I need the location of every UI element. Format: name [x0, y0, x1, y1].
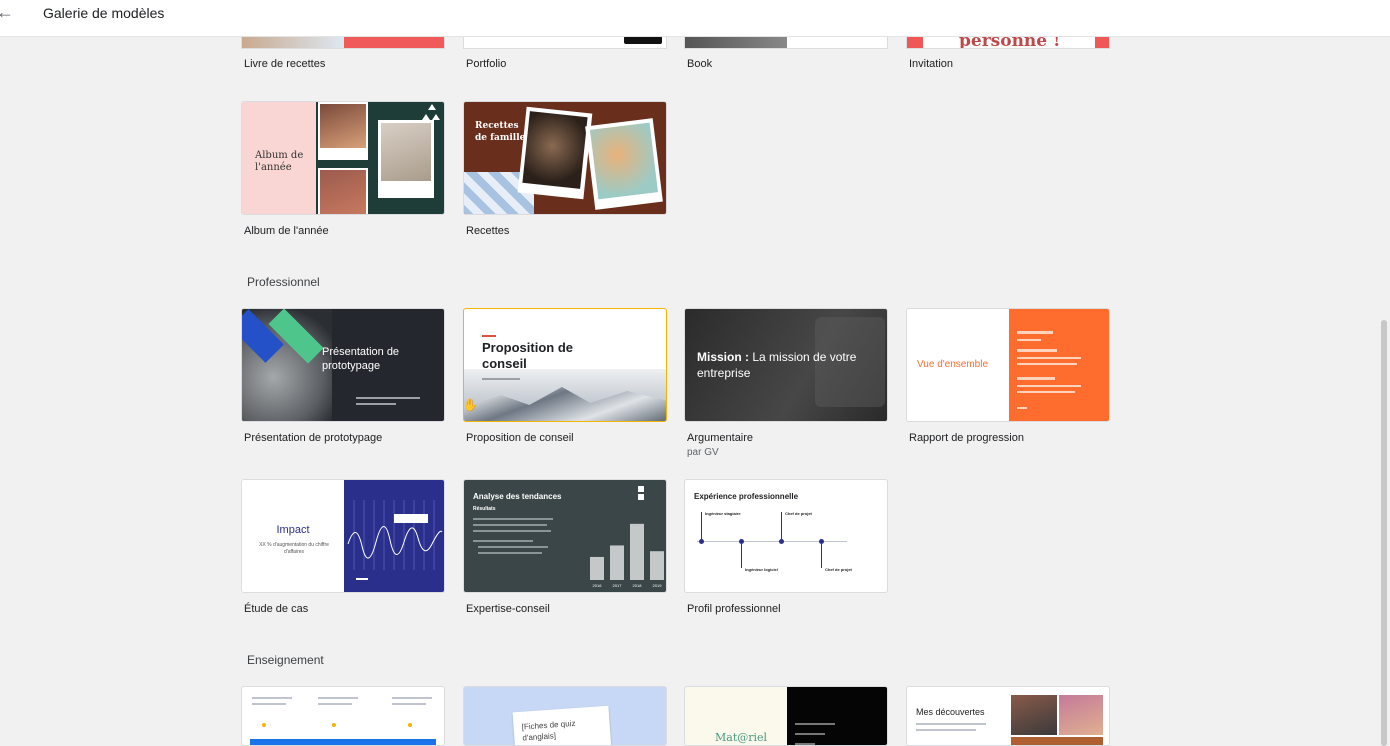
template-thumbnail [241, 686, 445, 746]
thumbnail-text: Album de l'année [255, 150, 304, 173]
thumbnail-bar-year-label: 2016 [593, 583, 603, 588]
template-thumbnail: Présentation de prototypage [241, 308, 445, 422]
thumbnail-bar-year-label: 2019 [653, 583, 663, 588]
thumbnail-bar [630, 523, 644, 580]
template-thumbnail: Mat@riel [684, 686, 888, 746]
scrollbar-thumb[interactable] [1381, 320, 1387, 746]
template-thumbnail: Album de l'année [241, 101, 445, 215]
timeline-item: Chef de projet [825, 567, 852, 572]
template-thumbnail: Expérience professionnelle Ingénieur sta… [684, 479, 888, 593]
thumbnail-text: Présentation de prototypage [322, 346, 400, 372]
page-title: Galerie de modèles [43, 5, 165, 21]
timeline-item: Chef de projet [785, 511, 812, 516]
thumbnail-text: Mes découvertes [916, 707, 985, 717]
section-title-professionnel: Professionnel [247, 275, 320, 289]
template-name: Expertise-conseil [466, 603, 550, 615]
template-thumbnail: Impact XX % d'augmentation du chiffre d'… [241, 479, 445, 593]
thumbnail-bar [650, 551, 664, 580]
thumbnail-text: XX % d'augmentation du chiffre d'affaire… [259, 542, 329, 555]
thumbnail-text: Mat@riel [715, 731, 768, 744]
template-name: Recettes [466, 225, 510, 237]
thumbnail-text: Vue d'ensemble [917, 359, 989, 370]
template-name: Profil professionnel [687, 603, 781, 615]
timeline-item: Ingénieur stagiaire [705, 511, 741, 516]
template-thumbnail: [Fiches de quiz d'anglais] [463, 686, 667, 746]
thumbnail-bar-chart: 2016 2017 2018 2019 [590, 523, 664, 588]
thumbnail-title: Analyse des tendances [473, 492, 562, 501]
template-name: Présentation de prototypage [244, 432, 383, 444]
template-name: Book [687, 58, 713, 70]
template-author: par GV [687, 447, 719, 458]
timeline-item: Ingénieur logiciel [745, 567, 778, 572]
template-thumbnail: Analyse des tendances Résultats 2016 2017… [463, 479, 667, 593]
template-name: Livre de recettes [244, 58, 326, 70]
template-name: Étude de cas [244, 603, 309, 615]
template-thumbnail: Recettes de famille [463, 101, 667, 215]
thumbnail-title: Impact [276, 524, 310, 536]
thumbnail-bar-year-label: 2018 [633, 583, 643, 588]
template-name: Invitation [909, 58, 954, 70]
template-thumbnail: Proposition de conseil [463, 308, 667, 422]
template-name: Portfolio [466, 58, 507, 70]
template-name: Proposition de conseil [466, 432, 574, 444]
template-thumbnail: Vue d'ensemble [906, 308, 1110, 422]
thumbnail-title: Expérience professionnelle [694, 492, 799, 501]
template-thumbnail: Mes découvertes [906, 686, 1110, 746]
thumbnail-bold-text: Mission : [697, 350, 750, 364]
thumbnail-bar [610, 545, 624, 580]
thumbnail-text: Proposition de conseil [482, 340, 573, 371]
template-name: Rapport de progression [909, 432, 1024, 444]
template-thumbnail: Mission : La mission de votre entreprise [684, 308, 888, 422]
thumbnail-bar [590, 556, 604, 580]
thumbnail-subtitle: Résultats [473, 506, 496, 512]
mouse-cursor-icon: ✋ [463, 398, 478, 412]
template-name: Argumentaire [687, 432, 754, 444]
back-arrow-icon[interactable]: ← [0, 2, 14, 23]
thumbnail-bar-year-label: 2017 [613, 583, 623, 588]
thumbnail-text: Recettes de famille [475, 121, 526, 143]
section-title-enseignement: Enseignement [247, 653, 324, 667]
top-bar: ← Galerie de modèles [0, 0, 1390, 37]
thumbnail-wave-graphic [347, 500, 443, 580]
template-name: Album de l'année [244, 225, 329, 237]
